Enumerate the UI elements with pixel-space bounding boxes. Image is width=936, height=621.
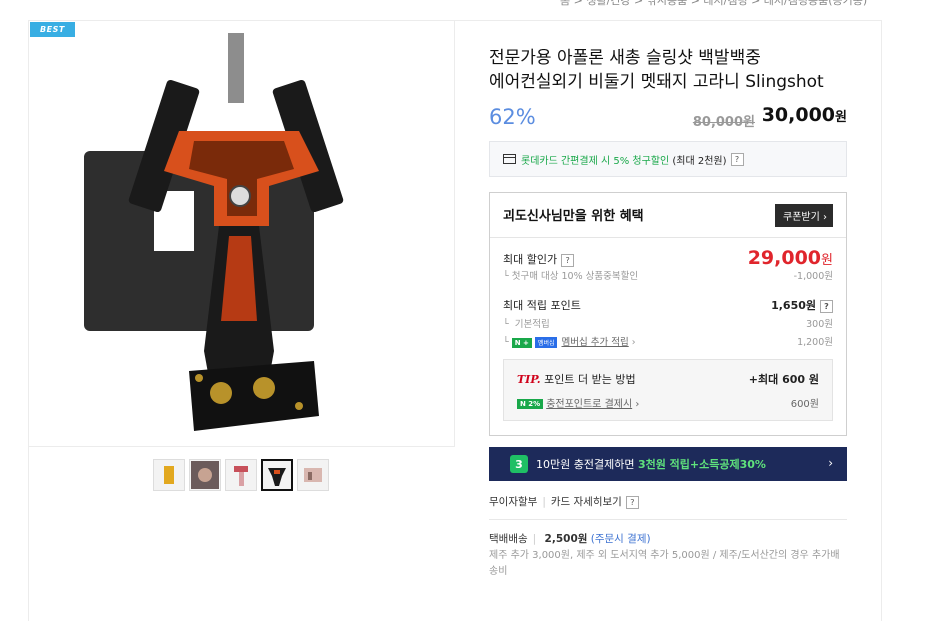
membership-points-label[interactable]: 멤버십 추가 적립 [561,337,628,348]
tip-text: 포인트 더 받는 방법 [544,373,636,386]
chevron-right-icon: › [823,212,827,223]
card-detail-link[interactable]: 카드 자세히보기 [551,496,622,508]
price-row: 62% 80,000원 30,000원 [489,103,847,133]
banner-chevron-icon: › [828,456,833,470]
credit-card-icon [503,154,516,164]
max-discount-price: 29,000원 [748,247,833,269]
max-discount-unit: 원 [821,253,833,268]
shipping-info: 택배배송 | 2,500원 (주문시 결제) 제주 추가 3,000원, 제주 외… [489,531,847,580]
tip-box: TIP. 포인트 더 받는 방법 +최대 600 원 N 2% 충전포인트로 결제… [503,359,833,421]
max-points-help-icon[interactable]: ? [820,299,833,313]
max-discount-row: 최대 할인가? 29,000원 [503,247,833,269]
charge-row[interactable]: N 2% 충전포인트로 결제시 › [517,395,639,410]
installment-row: 무이자할부 | 카드 자세히보기? [489,494,639,509]
discount-rate: 62% [489,105,536,129]
banner-highlight: 3천원 적립+소득공제30% [637,458,766,471]
charge-banner[interactable]: 3 10만원 충전결제하면 3천원 적립+소득공제30% › [489,447,847,481]
benefit-box: 괴도신사님만을 위한 혜택 쿠폰받기 › 최대 할인가? 29,000원 └ 첫… [489,192,847,436]
thumbnail-2[interactable] [189,459,221,491]
basic-points-label: 기본적립 [514,319,550,330]
card-promo-text: 롯데카드 간편결제 시 5% 청구할인 [521,155,670,167]
shipping-label: 택배배송 [489,533,528,545]
product-title: 전문가용 아폴론 새총 슬링샷 백발백중 에어컨실외기 비둘기 멧돼지 고라니 … [489,46,849,94]
basic-points-row: └ 기본적립 300원 [503,316,833,330]
max-discount-value: 29,000 [747,247,822,269]
installment-help-icon[interactable]: ? [625,495,639,509]
original-price: 80,000원 [692,115,755,130]
sale-price-value: 30,000 [761,104,836,126]
tip-label: TIP. [517,373,541,386]
product-title-line1: 전문가용 아폴론 새총 슬링샷 백발백중 [489,48,761,68]
charge-value: 600원 [790,399,819,410]
thumbnail-4-selected[interactable] [261,459,293,491]
chevron-right-icon: › [635,399,640,410]
card-promo-box[interactable]: 롯데카드 간편결제 시 5% 청구할인 (최대 2천원) ? [489,141,847,177]
max-points-label: 최대 적립 포인트 [503,299,581,312]
shipping-fee-note: (주문시 결제) [590,533,651,545]
sale-price-unit: 원 [835,110,847,125]
naver-pay-badge: 3 [510,455,528,473]
thumbnail-5[interactable] [297,459,329,491]
max-points-value: 1,650원 [771,299,816,312]
max-points-value-wrap: 1,650원? [771,297,833,313]
membership-points-row[interactable]: └ N + 멤버십 멤버십 추가 적립 › 1,200원 [503,334,833,348]
benefit-divider [490,237,846,238]
first-purchase-amount: -1,000원 [793,271,833,282]
get-coupon-button[interactable]: 쿠폰받기 › [775,204,833,227]
naver-n-icon: N 2% [517,399,544,409]
chevron-right-icon: › [631,337,636,348]
basic-points-value: 300원 [806,319,833,330]
naver-plus-icon: N + [511,337,532,348]
card-promo-help-icon[interactable]: ? [730,152,744,166]
shipping-divider [489,519,847,520]
product-card: BEST 전문가용 아폴론 새총 슬링샷 백발백중 에어컨실외기 비둘기 멧돼지… [28,20,882,621]
card-promo-limit: (최대 2천원) [672,155,727,167]
installment-label: 무이자할부 [489,496,538,508]
charge-badge: 2% [528,400,541,408]
max-discount-help-icon[interactable]: ? [561,253,575,267]
best-badge: BEST [30,22,75,37]
max-discount-label: 최대 할인가 [503,253,558,266]
shipping-fee: 2,500원 [544,533,588,545]
product-title-line2: 에어컨실외기 비둘기 멧돼지 고라니 Slingshot [489,72,824,92]
first-purchase-note: 첫구매 대상 10% 상품중복할인 [511,271,639,282]
product-image [84,33,344,431]
tip-row: TIP. 포인트 더 받는 방법 [517,371,636,387]
membership-badge: 멤버십 [534,337,558,348]
first-purchase-row: └ 첫구매 대상 10% 상품중복할인 -1,000원 [503,268,833,282]
membership-points-value: 1,200원 [797,337,833,348]
breadcrumb[interactable]: 홈 > 생활/건강 > 낚시용품 > 레저/캠핑 > 레저/캠핑용품(공기총) [560,0,867,8]
thumbnail-1[interactable] [153,459,185,491]
shipping-extra: 제주 추가 3,000원, 제주 외 도서지역 추가 5,000원 / 제주/도… [489,550,840,577]
get-coupon-label: 쿠폰받기 [783,212,820,223]
banner-text: 10만원 충전결제하면 [536,458,635,471]
max-points-row: 최대 적립 포인트 1,650원? [503,297,833,313]
sale-price: 30,000원 [762,104,847,126]
thumbnail-3[interactable] [225,459,257,491]
thumbnail-strip [153,459,329,491]
benefit-header: 괴도신사님만을 위한 혜택 [503,209,644,224]
charge-label[interactable]: 충전포인트로 결제시 [546,399,632,410]
product-image-panel[interactable]: BEST [29,21,455,447]
tip-max: +최대 600 원 [748,373,819,386]
